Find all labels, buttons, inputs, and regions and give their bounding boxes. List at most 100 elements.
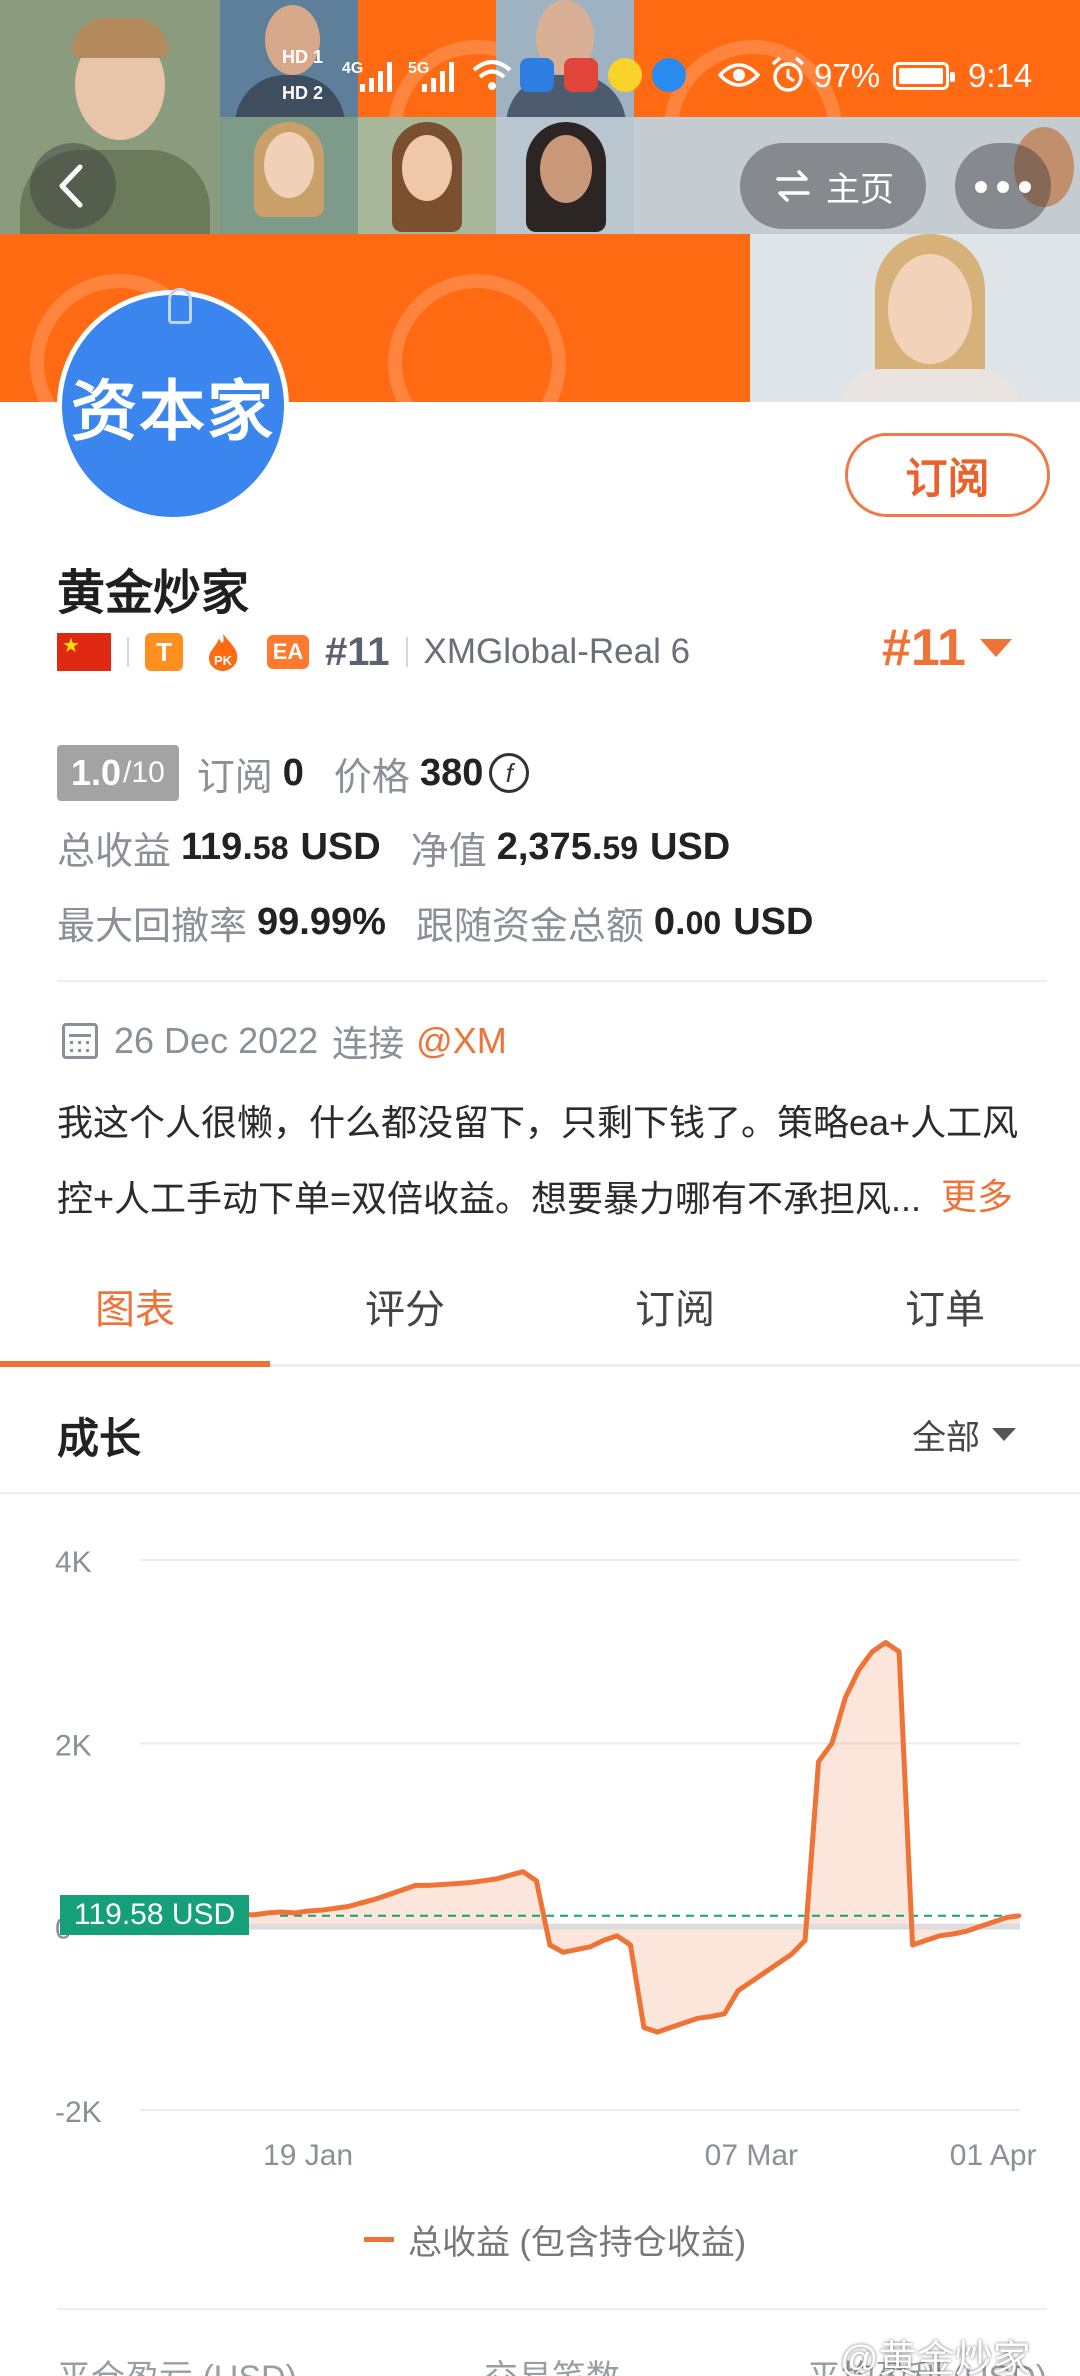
- data-point: [346, 1905, 350, 1908]
- back-button[interactable]: [30, 143, 116, 229]
- profit-unit: USD: [300, 826, 381, 868]
- chart-legend: 总收益 (包含持仓收益): [364, 2215, 746, 2264]
- watermark: @黄金炒家: [840, 2339, 1031, 2376]
- weibo-icon: [608, 58, 642, 92]
- tab-chart[interactable]: 图表: [0, 1255, 270, 1367]
- x-tick-label: 01 Apr: [950, 2139, 1037, 2172]
- stats-row-3: 最大回撤率 99.99% 跟随资金总额 0.00 USD: [57, 895, 813, 950]
- data-point: [427, 1883, 431, 1887]
- legend-label: 总收益 (包含持仓收益): [408, 2224, 747, 2262]
- tab-rating[interactable]: 评分: [270, 1255, 540, 1364]
- data-point: [293, 1911, 297, 1915]
- data-point: [602, 1938, 606, 1942]
- equity-value: 2,375.59: [496, 826, 638, 868]
- data-point: [360, 1901, 364, 1905]
- banner-pattern: [358, 234, 750, 402]
- data-point: [776, 1961, 780, 1965]
- more-button[interactable]: [955, 143, 1051, 229]
- profit-value: 119.58: [181, 826, 289, 868]
- tab-bar: 图表 评分 订阅 订单: [0, 1255, 1080, 1367]
- data-point: [655, 2030, 659, 2034]
- pk-flame-icon[interactable]: PK: [203, 632, 243, 672]
- rank-dropdown[interactable]: #11: [882, 618, 1012, 678]
- divider: [405, 637, 408, 667]
- divider: [127, 637, 129, 667]
- data-point: [991, 1920, 995, 1924]
- data-point: [319, 1908, 323, 1912]
- chevron-left-icon: [59, 164, 83, 208]
- range-label: 全部: [912, 1419, 980, 1457]
- alarm-icon: [771, 56, 805, 92]
- score-max: /10: [123, 756, 165, 789]
- data-point: [373, 1897, 377, 1901]
- follow-value: 0.00: [653, 901, 722, 943]
- home-label: 主页: [826, 170, 894, 209]
- coin-icon: f: [489, 753, 530, 793]
- closed-pnl-label: 平仓盈亏 (USD): [57, 2350, 297, 2376]
- equity-unit: USD: [649, 826, 731, 868]
- data-point: [575, 1948, 579, 1952]
- data-point: [870, 1650, 874, 1654]
- badge-pk-label: PK: [214, 653, 233, 668]
- signal-icon: [422, 60, 462, 92]
- more-dots-icon: [975, 181, 987, 193]
- follow-unit: USD: [733, 901, 814, 943]
- data-point: [548, 1943, 552, 1947]
- calendar-icon: [62, 1023, 98, 1059]
- price-label: 价格: [333, 756, 410, 799]
- stats-row-1: 1.0 /10 订阅 0 价格 380 f: [57, 745, 530, 801]
- trader-name: 黄金炒家: [57, 567, 250, 620]
- data-point: [414, 1883, 418, 1887]
- swap-icon: [776, 170, 810, 202]
- data-point: [1005, 1916, 1009, 1919]
- stats-row-2: 总收益 119.58 USD 净值 2,375.59 USD: [57, 820, 730, 875]
- china-flag-icon: [57, 633, 111, 671]
- data-point: [682, 2021, 686, 2025]
- data-point: [830, 1741, 834, 1745]
- x-tick-label: 19 Jan: [263, 2139, 353, 2172]
- score-badge: 1.0 /10: [57, 745, 179, 801]
- badge-t[interactable]: T: [145, 633, 183, 671]
- browser-icon: [652, 58, 686, 92]
- broker-link[interactable]: @XM: [416, 1020, 507, 1062]
- banner-photo: [750, 234, 1080, 402]
- app-grid-icon: [520, 58, 554, 92]
- subs-value: 0: [282, 751, 304, 794]
- data-point: [494, 1877, 498, 1881]
- data-point: [669, 2026, 673, 2029]
- more-link[interactable]: 更多: [933, 1159, 1014, 1235]
- data-point: [534, 1879, 538, 1883]
- rank-small: #11: [325, 629, 390, 674]
- equity-label: 净值: [410, 831, 487, 873]
- data-point: [252, 1913, 256, 1917]
- data-point: [440, 1883, 444, 1886]
- subs-label: 订阅: [196, 756, 273, 799]
- score-value: 1.0: [71, 752, 122, 793]
- series-area: [120, 1642, 1020, 2033]
- growth-chart[interactable]: 4K2K0-2K19 Jan07 Mar01 Apr: [0, 1500, 1080, 2200]
- data-point: [722, 2012, 726, 2016]
- data-point: [279, 1910, 283, 1914]
- avatar[interactable]: 资本家: [57, 290, 289, 522]
- data-point: [266, 1911, 270, 1915]
- connected-date: 26 Dec 2022: [114, 1020, 319, 1061]
- drawdown-label: 最大回撤率: [57, 906, 248, 948]
- badge-ea[interactable]: EA: [267, 635, 309, 669]
- hd2-indicator: HD 2: [282, 83, 324, 103]
- tab-orders[interactable]: 订单: [810, 1255, 1080, 1364]
- data-point: [911, 1943, 915, 1947]
- subscribe-button[interactable]: 订阅: [845, 433, 1050, 517]
- tab-subscription[interactable]: 订阅: [540, 1255, 810, 1364]
- current-value-label: 119.58 USD: [60, 1895, 250, 1935]
- divider: [57, 980, 1047, 982]
- home-button[interactable]: 主页: [740, 143, 926, 229]
- x-tick-label: 07 Mar: [705, 2139, 798, 2172]
- data-point: [387, 1893, 391, 1897]
- data-point: [642, 2026, 646, 2029]
- data-point: [897, 1650, 901, 1654]
- connected-since: 26 Dec 2022 连接 @XM: [62, 1015, 507, 1067]
- range-dropdown[interactable]: 全部: [912, 1410, 1016, 1459]
- data-point: [843, 1696, 847, 1699]
- pin-icon: [168, 288, 192, 324]
- data-point: [467, 1881, 471, 1885]
